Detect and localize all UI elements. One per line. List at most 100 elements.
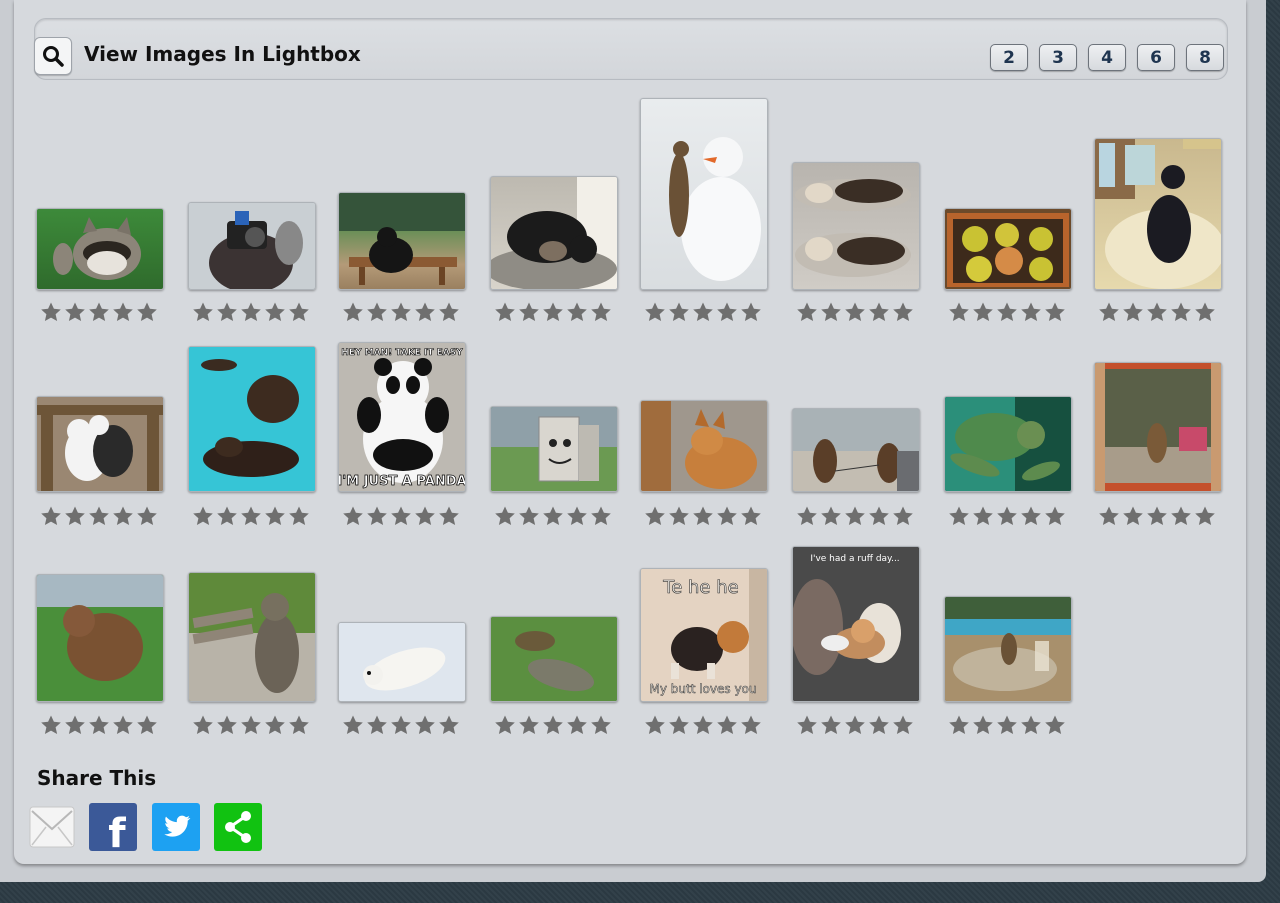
rating-stars[interactable]: [36, 713, 162, 737]
star-icon[interactable]: [819, 300, 843, 324]
rating-stars[interactable]: [792, 713, 918, 737]
thumbnail-turtle-croc[interactable]: [490, 616, 618, 702]
star-icon[interactable]: [589, 504, 613, 528]
star-icon[interactable]: [891, 713, 915, 737]
star-icon[interactable]: [341, 713, 365, 737]
star-icon[interactable]: [867, 300, 891, 324]
star-icon[interactable]: [795, 713, 819, 737]
star-icon[interactable]: [691, 300, 715, 324]
star-icon[interactable]: [39, 504, 63, 528]
star-icon[interactable]: [111, 504, 135, 528]
star-icon[interactable]: [263, 300, 287, 324]
star-icon[interactable]: [643, 504, 667, 528]
star-icon[interactable]: [843, 300, 867, 324]
star-icon[interactable]: [565, 713, 589, 737]
star-icon[interactable]: [1019, 504, 1043, 528]
star-icon[interactable]: [819, 504, 843, 528]
star-icon[interactable]: [215, 300, 239, 324]
thumbnail-panda-meme[interactable]: HEY MAN! TAKE IT EASY I'M JUST A PANDA: [338, 342, 466, 492]
star-icon[interactable]: [947, 300, 971, 324]
star-icon[interactable]: [589, 713, 613, 737]
rating-stars[interactable]: [338, 300, 464, 324]
rating-stars[interactable]: [640, 300, 766, 324]
star-icon[interactable]: [643, 713, 667, 737]
star-icon[interactable]: [413, 300, 437, 324]
star-icon[interactable]: [239, 300, 263, 324]
thumbnail-raccoon-bench[interactable]: [188, 572, 316, 702]
rating-stars[interactable]: [338, 504, 464, 528]
star-icon[interactable]: [135, 504, 159, 528]
star-icon[interactable]: [739, 300, 763, 324]
star-icon[interactable]: [437, 504, 461, 528]
thumbnail-raccoon[interactable]: [36, 208, 164, 290]
star-icon[interactable]: [1193, 504, 1217, 528]
star-icon[interactable]: [111, 300, 135, 324]
star-icon[interactable]: [643, 300, 667, 324]
rating-stars[interactable]: [792, 504, 918, 528]
rating-stars[interactable]: [36, 504, 162, 528]
star-icon[interactable]: [1043, 504, 1067, 528]
generic-share-button[interactable]: [214, 803, 262, 851]
star-icon[interactable]: [1097, 504, 1121, 528]
thumbnail-doorway[interactable]: [1094, 362, 1222, 492]
rating-stars[interactable]: [944, 504, 1070, 528]
star-icon[interactable]: [691, 504, 715, 528]
thumbnail-dog-couch-meme[interactable]: I've had a ruff day...: [792, 546, 920, 702]
star-icon[interactable]: [437, 300, 461, 324]
star-icon[interactable]: [1097, 300, 1121, 324]
star-icon[interactable]: [1169, 300, 1193, 324]
star-icon[interactable]: [947, 504, 971, 528]
thumbnail-meerkat-snowman[interactable]: [640, 98, 768, 290]
thumbnail-pandas-fence[interactable]: [36, 396, 164, 492]
lightbox-page-2[interactable]: 2: [990, 44, 1028, 71]
star-icon[interactable]: [287, 300, 311, 324]
star-icon[interactable]: [63, 713, 87, 737]
star-icon[interactable]: [87, 504, 111, 528]
star-icon[interactable]: [365, 300, 389, 324]
star-icon[interactable]: [239, 713, 263, 737]
star-icon[interactable]: [239, 504, 263, 528]
star-icon[interactable]: [287, 504, 311, 528]
star-icon[interactable]: [263, 713, 287, 737]
rating-stars[interactable]: [490, 504, 616, 528]
star-icon[interactable]: [715, 504, 739, 528]
star-icon[interactable]: [995, 504, 1019, 528]
lightbox-page-6[interactable]: 6: [1137, 44, 1175, 71]
star-icon[interactable]: [1043, 713, 1067, 737]
star-icon[interactable]: [263, 504, 287, 528]
star-icon[interactable]: [135, 713, 159, 737]
star-icon[interactable]: [795, 504, 819, 528]
thumbnail-bear-picnic[interactable]: [338, 192, 466, 290]
star-icon[interactable]: [739, 713, 763, 737]
email-share-button[interactable]: [28, 803, 76, 851]
thumbnail-sea-turtle[interactable]: [944, 396, 1072, 492]
star-icon[interactable]: [1121, 504, 1145, 528]
star-icon[interactable]: [389, 713, 413, 737]
star-icon[interactable]: [517, 300, 541, 324]
star-icon[interactable]: [995, 300, 1019, 324]
rating-stars[interactable]: [640, 713, 766, 737]
star-icon[interactable]: [1043, 300, 1067, 324]
star-icon[interactable]: [565, 504, 589, 528]
star-icon[interactable]: [1121, 300, 1145, 324]
star-icon[interactable]: [493, 504, 517, 528]
star-icon[interactable]: [63, 300, 87, 324]
star-icon[interactable]: [437, 713, 461, 737]
thumbnail-corgi-meme[interactable]: Te he he My butt loves you: [640, 568, 768, 702]
star-icon[interactable]: [867, 504, 891, 528]
star-icon[interactable]: [413, 713, 437, 737]
star-icon[interactable]: [389, 300, 413, 324]
thumbnail-otters[interactable]: [792, 162, 920, 290]
thumbnail-ducklings[interactable]: [944, 208, 1072, 290]
star-icon[interactable]: [517, 504, 541, 528]
star-icon[interactable]: [191, 713, 215, 737]
rating-stars[interactable]: [338, 713, 464, 737]
rating-stars[interactable]: [188, 504, 314, 528]
star-icon[interactable]: [1169, 504, 1193, 528]
star-icon[interactable]: [413, 504, 437, 528]
star-icon[interactable]: [87, 300, 111, 324]
thumbnail-dogs-pool[interactable]: [188, 346, 316, 492]
star-icon[interactable]: [287, 713, 311, 737]
lightbox-page-3[interactable]: 3: [1039, 44, 1077, 71]
thumbnail-dog-sofa[interactable]: [1094, 138, 1222, 290]
